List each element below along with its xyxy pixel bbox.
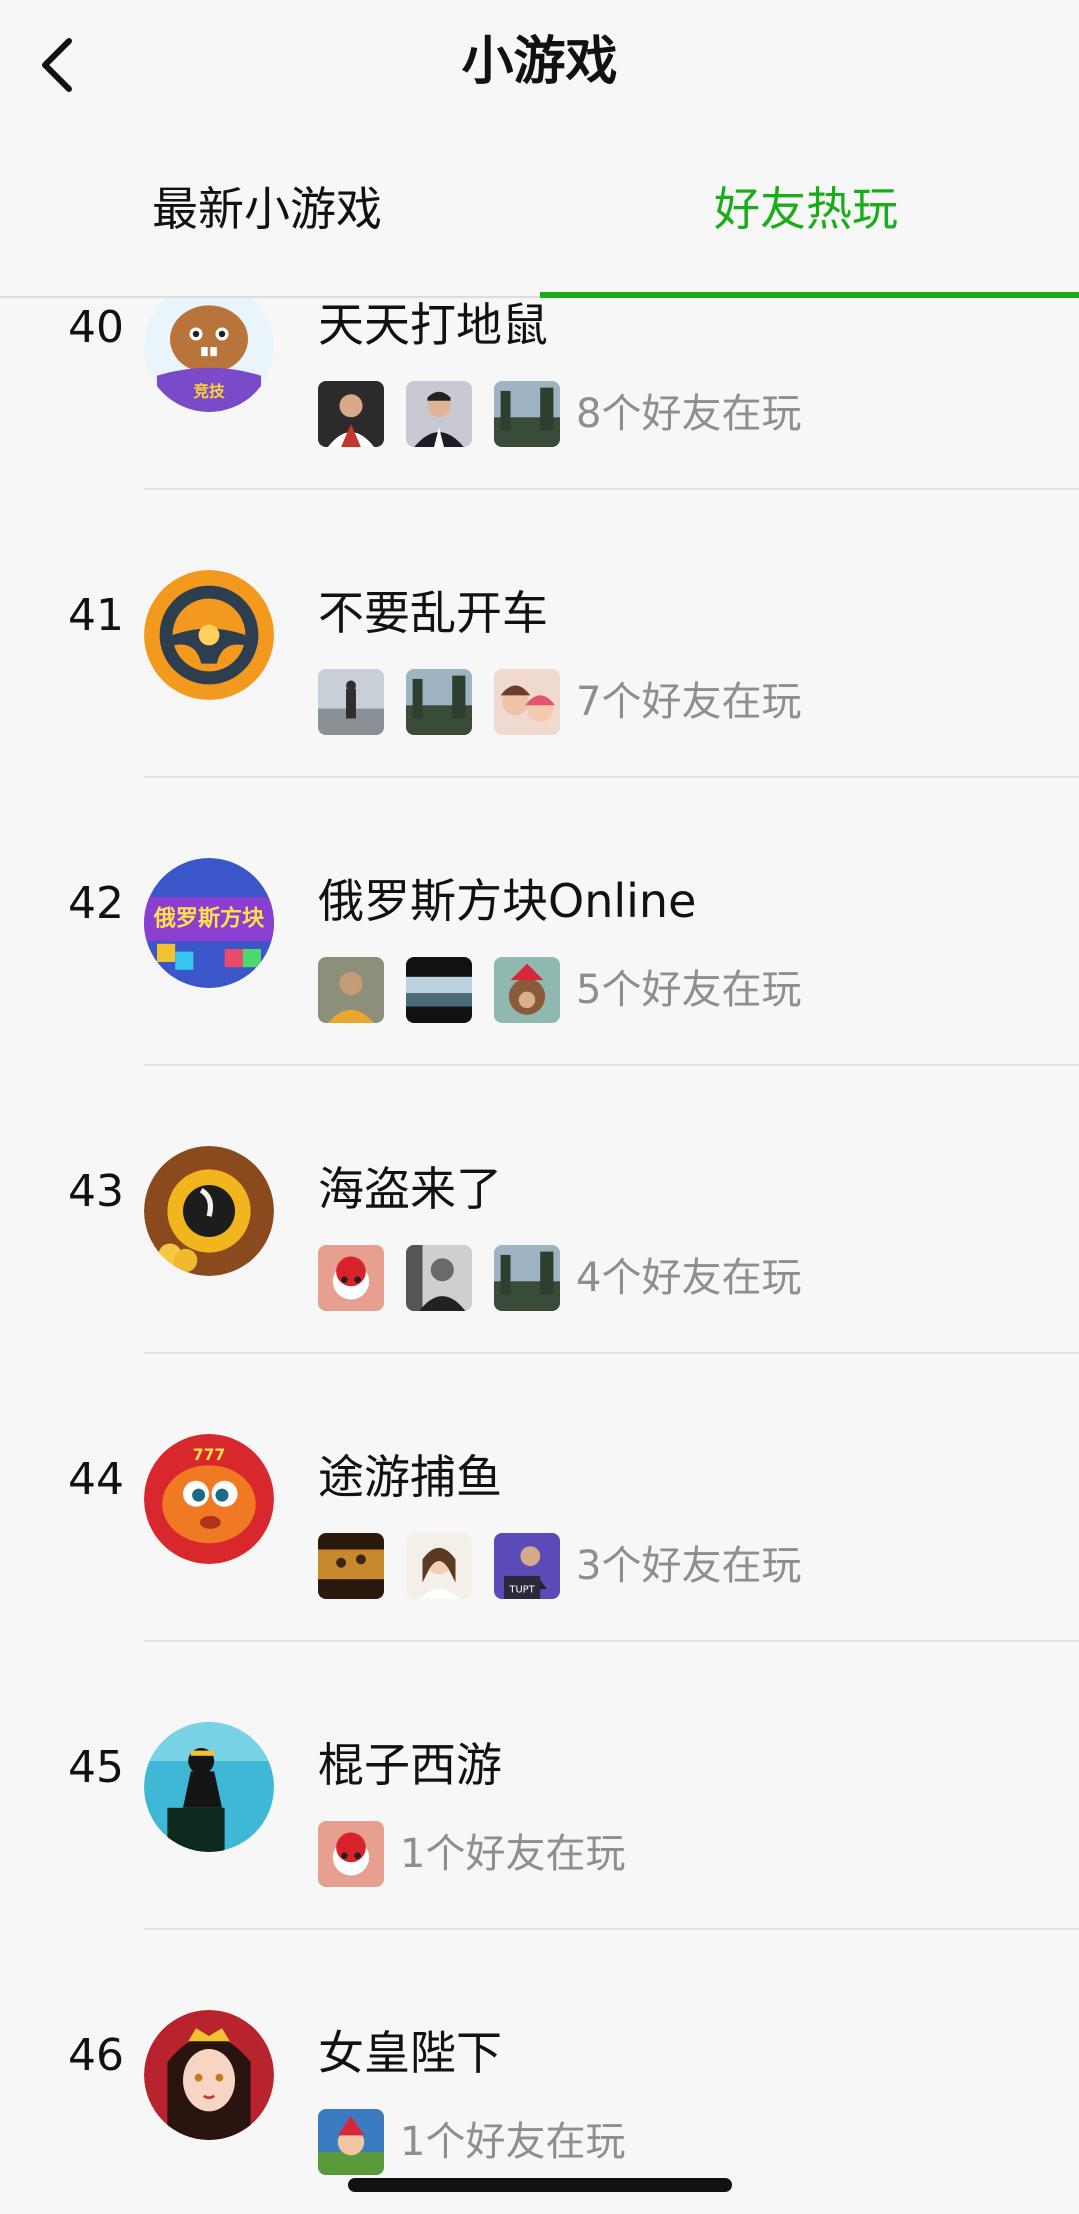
list-item[interactable]: 45 棍子西游 1个好友在玩 bbox=[0, 1642, 1079, 1930]
friends-playing: 7个好友在玩 bbox=[318, 669, 802, 735]
rank-number: 41 bbox=[68, 590, 124, 641]
active-tab-indicator bbox=[540, 292, 1079, 298]
tab-friends-playing[interactable]: 好友热玩 bbox=[714, 186, 898, 232]
friend-avatar bbox=[494, 1245, 560, 1311]
friend-avatar: TUPT bbox=[494, 1533, 560, 1599]
friends-playing-list[interactable]: 40 竞技 天天打地鼠 8个好友在玩 41 不要乱开车 7个好友在玩 42 俄罗… bbox=[0, 202, 1079, 2214]
tab-latest-games[interactable]: 最新小游戏 bbox=[152, 186, 382, 232]
page-title: 小游戏 bbox=[461, 32, 618, 92]
game-title: 海盗来了 bbox=[318, 1162, 502, 1216]
friend-avatar bbox=[406, 1533, 472, 1599]
friend-count: 5个好友在玩 bbox=[576, 967, 802, 1013]
list-item[interactable]: 42 俄罗斯方块 俄罗斯方块Online 5个好友在玩 bbox=[0, 778, 1079, 1066]
friend-count: 1个好友在玩 bbox=[400, 2119, 626, 2165]
friend-avatar bbox=[406, 1245, 472, 1311]
empress-icon bbox=[144, 2010, 274, 2140]
friend-count: 4个好友在玩 bbox=[576, 1255, 802, 1301]
rank-number: 45 bbox=[68, 1742, 124, 1793]
friend-avatar bbox=[318, 1245, 384, 1311]
friend-avatar bbox=[494, 957, 560, 1023]
friend-avatar bbox=[494, 381, 560, 447]
pirate-cannon-icon bbox=[144, 1146, 274, 1276]
list-item[interactable]: 46 女皇陛下 1个好友在玩 bbox=[0, 1930, 1079, 2214]
home-indicator[interactable] bbox=[348, 2178, 732, 2192]
friend-avatar bbox=[318, 381, 384, 447]
svg-text:竞技: 竞技 bbox=[193, 381, 225, 400]
friends-playing: 8个好友在玩 bbox=[318, 381, 802, 447]
mole-badge-icon: 竞技 bbox=[144, 282, 274, 412]
rank-number: 40 bbox=[68, 302, 124, 353]
friend-avatar bbox=[318, 2109, 384, 2175]
game-title: 俄罗斯方块Online bbox=[318, 874, 697, 928]
friend-avatar bbox=[406, 957, 472, 1023]
friend-avatar bbox=[406, 669, 472, 735]
game-title: 途游捕鱼 bbox=[318, 1450, 502, 1504]
friend-count: 8个好友在玩 bbox=[576, 391, 802, 437]
game-title: 棍子西游 bbox=[318, 1738, 502, 1792]
friends-playing: 1个好友在玩 bbox=[318, 2109, 626, 2175]
svg-text:777: 777 bbox=[193, 1446, 226, 1464]
rank-number: 46 bbox=[68, 2030, 124, 2081]
friend-avatar bbox=[318, 1821, 384, 1887]
friends-playing: 1个好友在玩 bbox=[318, 1821, 626, 1887]
game-title: 女皇陛下 bbox=[318, 2026, 502, 2080]
friends-playing: TUPT 3个好友在玩 bbox=[318, 1533, 802, 1599]
list-item[interactable]: 44 777 途游捕鱼 TUPT 3个好友在玩 bbox=[0, 1354, 1079, 1642]
game-title: 天天打地鼠 bbox=[318, 298, 548, 352]
friend-count: 1个好友在玩 bbox=[400, 1831, 626, 1877]
top-bar: 小游戏 最新小游戏 好友热玩 bbox=[0, 0, 1079, 298]
stick-hero-icon bbox=[144, 1722, 274, 1852]
fish-icon: 777 bbox=[144, 1434, 274, 1564]
friend-avatar bbox=[406, 381, 472, 447]
friends-playing: 4个好友在玩 bbox=[318, 1245, 802, 1311]
svg-text:俄罗斯方块: 俄罗斯方块 bbox=[153, 906, 265, 932]
svg-text:TUPT: TUPT bbox=[508, 1584, 535, 1595]
friend-avatar bbox=[318, 957, 384, 1023]
friend-avatar bbox=[318, 1533, 384, 1599]
friend-count: 7个好友在玩 bbox=[576, 679, 802, 725]
steering-wheel-icon bbox=[144, 570, 274, 700]
rank-number: 42 bbox=[68, 878, 124, 929]
list-item[interactable]: 41 不要乱开车 7个好友在玩 bbox=[0, 490, 1079, 778]
mini-games-screen: 40 竞技 天天打地鼠 8个好友在玩 41 不要乱开车 7个好友在玩 42 俄罗… bbox=[0, 0, 1079, 2214]
tetris-online-icon: 俄罗斯方块 bbox=[144, 858, 274, 988]
friends-playing: 5个好友在玩 bbox=[318, 957, 802, 1023]
friend-avatar bbox=[318, 669, 384, 735]
game-title: 不要乱开车 bbox=[318, 586, 548, 640]
list-item[interactable]: 43 海盗来了 4个好友在玩 bbox=[0, 1066, 1079, 1354]
rank-number: 44 bbox=[68, 1454, 124, 1505]
friend-avatar bbox=[494, 669, 560, 735]
friend-count: 3个好友在玩 bbox=[576, 1543, 802, 1589]
rank-number: 43 bbox=[68, 1166, 124, 1217]
